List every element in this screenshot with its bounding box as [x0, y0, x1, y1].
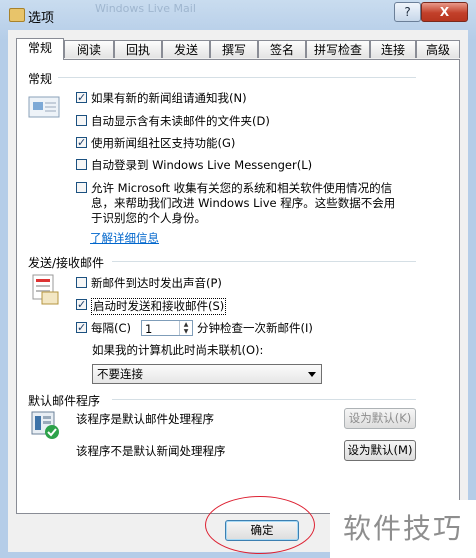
- tab-signatures[interactable]: 签名: [258, 40, 306, 58]
- tab-send[interactable]: 发送: [162, 40, 210, 58]
- minutes-suffix-label: 分钟检查一次新邮件(I): [197, 321, 313, 335]
- minutes-spinner[interactable]: 1 ▲ ▼: [141, 320, 193, 336]
- highlight-ellipse: [205, 496, 315, 554]
- tab-receipts[interactable]: 回执: [114, 40, 162, 58]
- default-news-text: 该程序不是默认新闻处理程序: [76, 444, 226, 458]
- checkbox[interactable]: [76, 159, 87, 170]
- option-label: 新邮件到达时发出声音(P): [91, 276, 222, 290]
- tab-connection[interactable]: 连接: [370, 40, 416, 58]
- minutes-value: 1: [145, 322, 153, 336]
- tab-compose[interactable]: 撰写: [210, 40, 258, 58]
- tab-general[interactable]: 常规: [16, 38, 64, 60]
- option-messenger-signin[interactable]: 自动登录到 Windows Live Messenger(L): [76, 158, 312, 173]
- chevron-down-icon: [308, 372, 316, 377]
- default-program-check-icon: [31, 411, 59, 439]
- set-default-mail-button[interactable]: 设为默认(K): [344, 408, 416, 429]
- checkbox[interactable]: [76, 90, 87, 105]
- checkbox[interactable]: [76, 182, 87, 193]
- watermark: 软件技巧: [330, 500, 476, 558]
- checkbox[interactable]: [76, 320, 87, 335]
- section-divider: [58, 77, 416, 78]
- option-community-support[interactable]: 使用新闻组社区支持功能(G): [76, 135, 236, 151]
- spinner-arrows[interactable]: ▲ ▼: [179, 321, 192, 335]
- set-default-news-button[interactable]: 设为默认(M): [344, 440, 416, 461]
- dialog-client: 常规 阅读 回执 发送 撰写 签名 拼写检查 连接 高级: [8, 30, 468, 552]
- window-title: 选项: [28, 11, 55, 26]
- option-show-unread-folders[interactable]: 自动显示含有未读邮件的文件夹(D): [76, 114, 270, 129]
- option-label: 自动登录到 Windows Live Messenger(L): [91, 158, 313, 172]
- option-label: 每隔(C): [91, 321, 132, 335]
- minutes-suffix: 分钟检查一次新邮件(I): [197, 321, 313, 336]
- option-newsgroup-notify[interactable]: 如果有新的新闻组请通知我(N): [76, 90, 247, 106]
- spin-down-icon[interactable]: ▼: [180, 328, 192, 335]
- tab-read[interactable]: 阅读: [64, 40, 114, 58]
- background-window-title: Windows Live Mail: [95, 2, 196, 15]
- option-data-collection[interactable]: 允许 Microsoft 收集有关您的系统和相关软件使用情况的信息，来帮助我们改…: [76, 181, 396, 226]
- offline-label-text: 如果我的计算机此时尚未联机(O):: [92, 343, 264, 357]
- checkbox[interactable]: [76, 297, 87, 312]
- offline-label: 如果我的计算机此时尚未联机(O):: [92, 343, 263, 358]
- option-check-every[interactable]: 每隔(C): [76, 320, 132, 336]
- newsgroup-icon: [28, 96, 60, 118]
- default-program-section-title: 默认邮件程序: [28, 394, 101, 408]
- checkbox[interactable]: [76, 135, 87, 150]
- mail-send-receive-icon: [32, 274, 59, 305]
- spin-up-icon[interactable]: ▲: [180, 321, 192, 328]
- default-mail-status: 该程序是默认邮件处理程序: [76, 412, 214, 427]
- section-divider: [112, 261, 416, 262]
- default-mail-text: 该程序是默认邮件处理程序: [76, 412, 214, 426]
- checkbox[interactable]: [76, 277, 87, 288]
- tab-spelling[interactable]: 拼写检查: [306, 40, 370, 58]
- option-new-mail-sound[interactable]: 新邮件到达时发出声音(P): [76, 276, 222, 291]
- default-news-status: 该程序不是默认新闻处理程序: [76, 444, 226, 459]
- folder-icon: [9, 8, 25, 22]
- help-button[interactable]: ?: [394, 2, 421, 22]
- send-receive-section-title: 发送/接收邮件: [28, 256, 105, 270]
- close-button[interactable]: X: [421, 2, 468, 22]
- tab-advanced[interactable]: 高级: [416, 40, 460, 58]
- checkbox[interactable]: [76, 115, 87, 126]
- option-label: 允许 Microsoft 收集有关您的系统和相关软件使用情况的信息，来帮助我们改…: [91, 181, 396, 225]
- option-label: 如果有新的新闻组请通知我(N): [91, 91, 247, 105]
- title-bar[interactable]: 选项 Windows Live Mail ? X: [0, 0, 476, 30]
- learn-more-link[interactable]: 了解详细信息: [90, 230, 159, 246]
- option-label: 使用新闻组社区支持功能(G): [91, 136, 236, 150]
- option-send-receive-on-start[interactable]: 启动时发送和接收邮件(S): [76, 297, 227, 315]
- option-label: 启动时发送和接收邮件(S): [91, 298, 227, 315]
- option-label: 自动显示含有未读邮件的文件夹(D): [91, 114, 270, 128]
- section-divider: [112, 399, 416, 400]
- offline-dropdown-value: 不要连接: [97, 367, 143, 381]
- general-section-title: 常规: [28, 72, 53, 86]
- options-window: 选项 Windows Live Mail ? X 常规 阅读 回执 发送 撰写 …: [0, 0, 476, 558]
- offline-dropdown[interactable]: 不要连接: [92, 364, 322, 384]
